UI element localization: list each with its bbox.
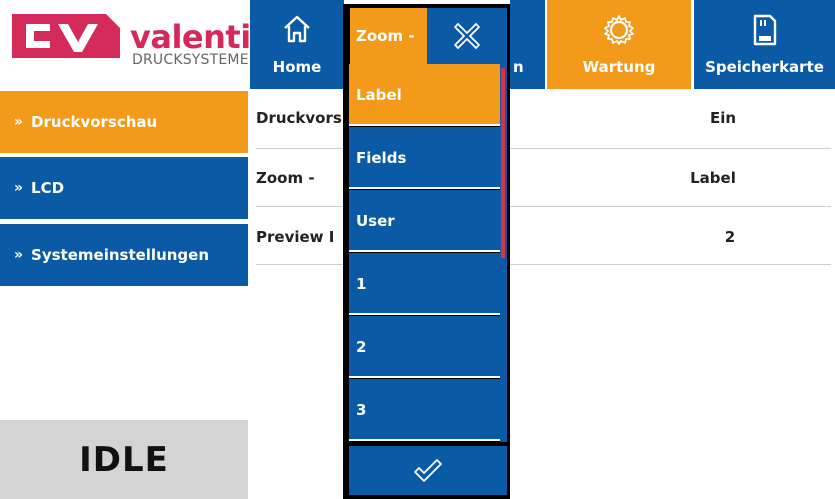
setting-label-zoom: Zoom - bbox=[256, 169, 315, 187]
sidebar-item-label: LCD bbox=[31, 179, 65, 197]
dropdown-option-user[interactable]: User bbox=[349, 190, 500, 252]
nav-hidden-label: n bbox=[513, 58, 524, 76]
nav-speicherkarte-button[interactable]: Speicherkarte bbox=[694, 0, 835, 89]
dropdown-option-1[interactable]: 1 bbox=[349, 253, 500, 315]
dropdown-close-button[interactable] bbox=[427, 8, 507, 64]
dropdown-scroll-thumb[interactable] bbox=[501, 68, 505, 258]
home-icon bbox=[284, 15, 310, 43]
dropdown-title: Zoom - bbox=[350, 8, 427, 64]
dropdown-confirm-button[interactable] bbox=[349, 446, 507, 495]
nav-speicherkarte-label: Speicherkarte bbox=[705, 58, 824, 76]
double-chevron-right-icon: » bbox=[14, 114, 24, 130]
nav-home-button[interactable]: Home bbox=[250, 0, 344, 89]
sidebar-item-label: Druckvorschau bbox=[31, 113, 158, 131]
valentin-logo: valentin DRUCKSYSTEME bbox=[0, 0, 273, 89]
double-chevron-right-icon: » bbox=[14, 180, 24, 196]
sidebar-item-druckvorschau[interactable]: » Druckvorschau bbox=[0, 89, 248, 153]
setting-value-druckvorschau[interactable]: Ein bbox=[673, 109, 773, 127]
setting-label-druckvorschau: Druckvors bbox=[256, 109, 342, 127]
setting-value-zoom[interactable]: Label bbox=[663, 169, 763, 187]
sidebar-item-systemeinstellungen[interactable]: » Systemeinstellungen bbox=[0, 222, 248, 286]
close-icon bbox=[454, 23, 480, 49]
status-idle: IDLE bbox=[0, 420, 248, 499]
nav-wartung-button[interactable]: Wartung bbox=[547, 0, 691, 89]
dropdown-option-3[interactable]: 3 bbox=[349, 379, 500, 441]
sidebar-item-label: Systemeinstellungen bbox=[31, 246, 210, 264]
checkmark-icon bbox=[414, 458, 442, 482]
setting-value-preview[interactable]: 2 bbox=[680, 228, 780, 246]
dropdown-option-2[interactable]: 2 bbox=[349, 316, 500, 378]
nav-home-label: Home bbox=[272, 58, 322, 76]
dropdown-option-label[interactable]: Label bbox=[349, 64, 500, 126]
brand-subtitle: DRUCKSYSTEME bbox=[132, 52, 249, 68]
nav-hidden-button[interactable]: n bbox=[510, 0, 545, 89]
cv-logo-mark bbox=[12, 14, 120, 58]
sidebar-item-lcd[interactable]: » LCD bbox=[0, 155, 248, 219]
gear-icon bbox=[604, 15, 634, 45]
setting-label-preview: Preview I bbox=[256, 228, 335, 246]
double-chevron-right-icon: » bbox=[14, 247, 24, 263]
memory-card-icon bbox=[753, 14, 776, 46]
nav-wartung-label: Wartung bbox=[582, 58, 656, 76]
dropdown-option-fields[interactable]: Fields bbox=[349, 127, 500, 189]
